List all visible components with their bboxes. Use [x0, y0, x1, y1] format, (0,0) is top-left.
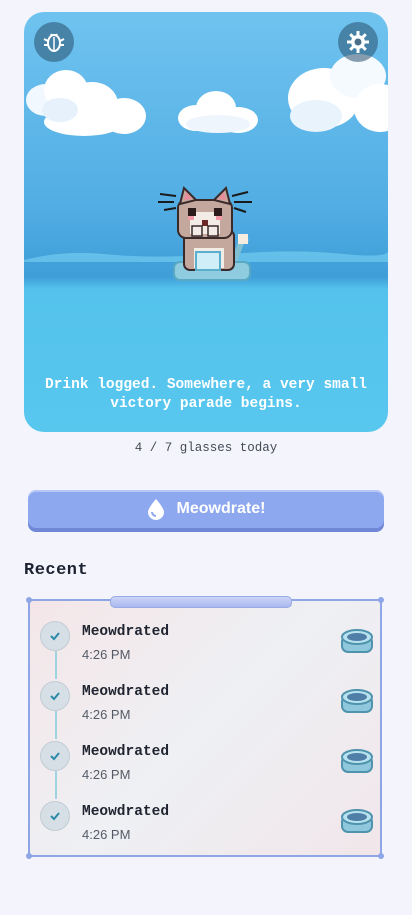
pixel-cat — [158, 186, 252, 281]
entry-label: Meowdrated — [82, 624, 170, 640]
timeline-line — [55, 771, 57, 799]
list-item[interactable]: Meowdrated 4:26 PM — [30, 681, 380, 741]
water-bowl-icon — [340, 626, 374, 661]
settings-button[interactable] — [338, 22, 378, 62]
bug-icon — [43, 33, 65, 52]
cloud-right — [288, 54, 388, 132]
debug-button[interactable] — [34, 22, 74, 62]
entry-label: Meowdrated — [82, 804, 170, 820]
water-bowl-icon — [340, 746, 374, 781]
panel-corner — [378, 597, 384, 603]
scene-message: Drink logged. Somewhere, a very small vi… — [45, 377, 367, 412]
check-icon — [40, 621, 70, 651]
meowdrate-button[interactable]: Meowdrate! — [28, 490, 384, 528]
check-icon — [40, 741, 70, 771]
panel-tab — [110, 596, 292, 608]
list-item[interactable]: Meowdrated 4:26 PM — [30, 801, 380, 861]
cloud-left — [26, 70, 146, 136]
cat-scene: Drink logged. Somewhere, a very small vi… — [24, 12, 388, 432]
timeline-line — [55, 711, 57, 739]
cloud-middle — [178, 91, 258, 133]
timeline-line — [55, 651, 57, 679]
panel-corner — [26, 597, 32, 603]
gear-icon — [347, 31, 369, 53]
water-drop-icon — [147, 498, 165, 520]
recent-log-panel: Meowdrated 4:26 PM Meowdrated 4:26 PM Me… — [26, 596, 384, 859]
check-icon — [40, 801, 70, 831]
water-bowl-icon — [340, 806, 374, 841]
list-item[interactable]: Meowdrated 4:26 PM — [30, 621, 380, 681]
meowdrate-button-label: Meowdrate! — [176, 500, 266, 517]
entry-label: Meowdrated — [82, 744, 170, 760]
check-icon — [40, 681, 70, 711]
entry-time: 4:26 PM — [82, 767, 131, 782]
entry-time: 4:26 PM — [82, 707, 131, 722]
water-bowl-icon — [340, 686, 374, 721]
list-item[interactable]: Meowdrated 4:26 PM — [30, 741, 380, 801]
entry-label: Meowdrated — [82, 684, 170, 700]
scene-background — [24, 54, 388, 281]
entry-time: 4:26 PM — [82, 827, 131, 842]
entry-time: 4:26 PM — [82, 647, 131, 662]
glasses-progress: 4 / 7 glasses today — [134, 441, 278, 455]
recent-heading: Recent — [24, 561, 89, 580]
